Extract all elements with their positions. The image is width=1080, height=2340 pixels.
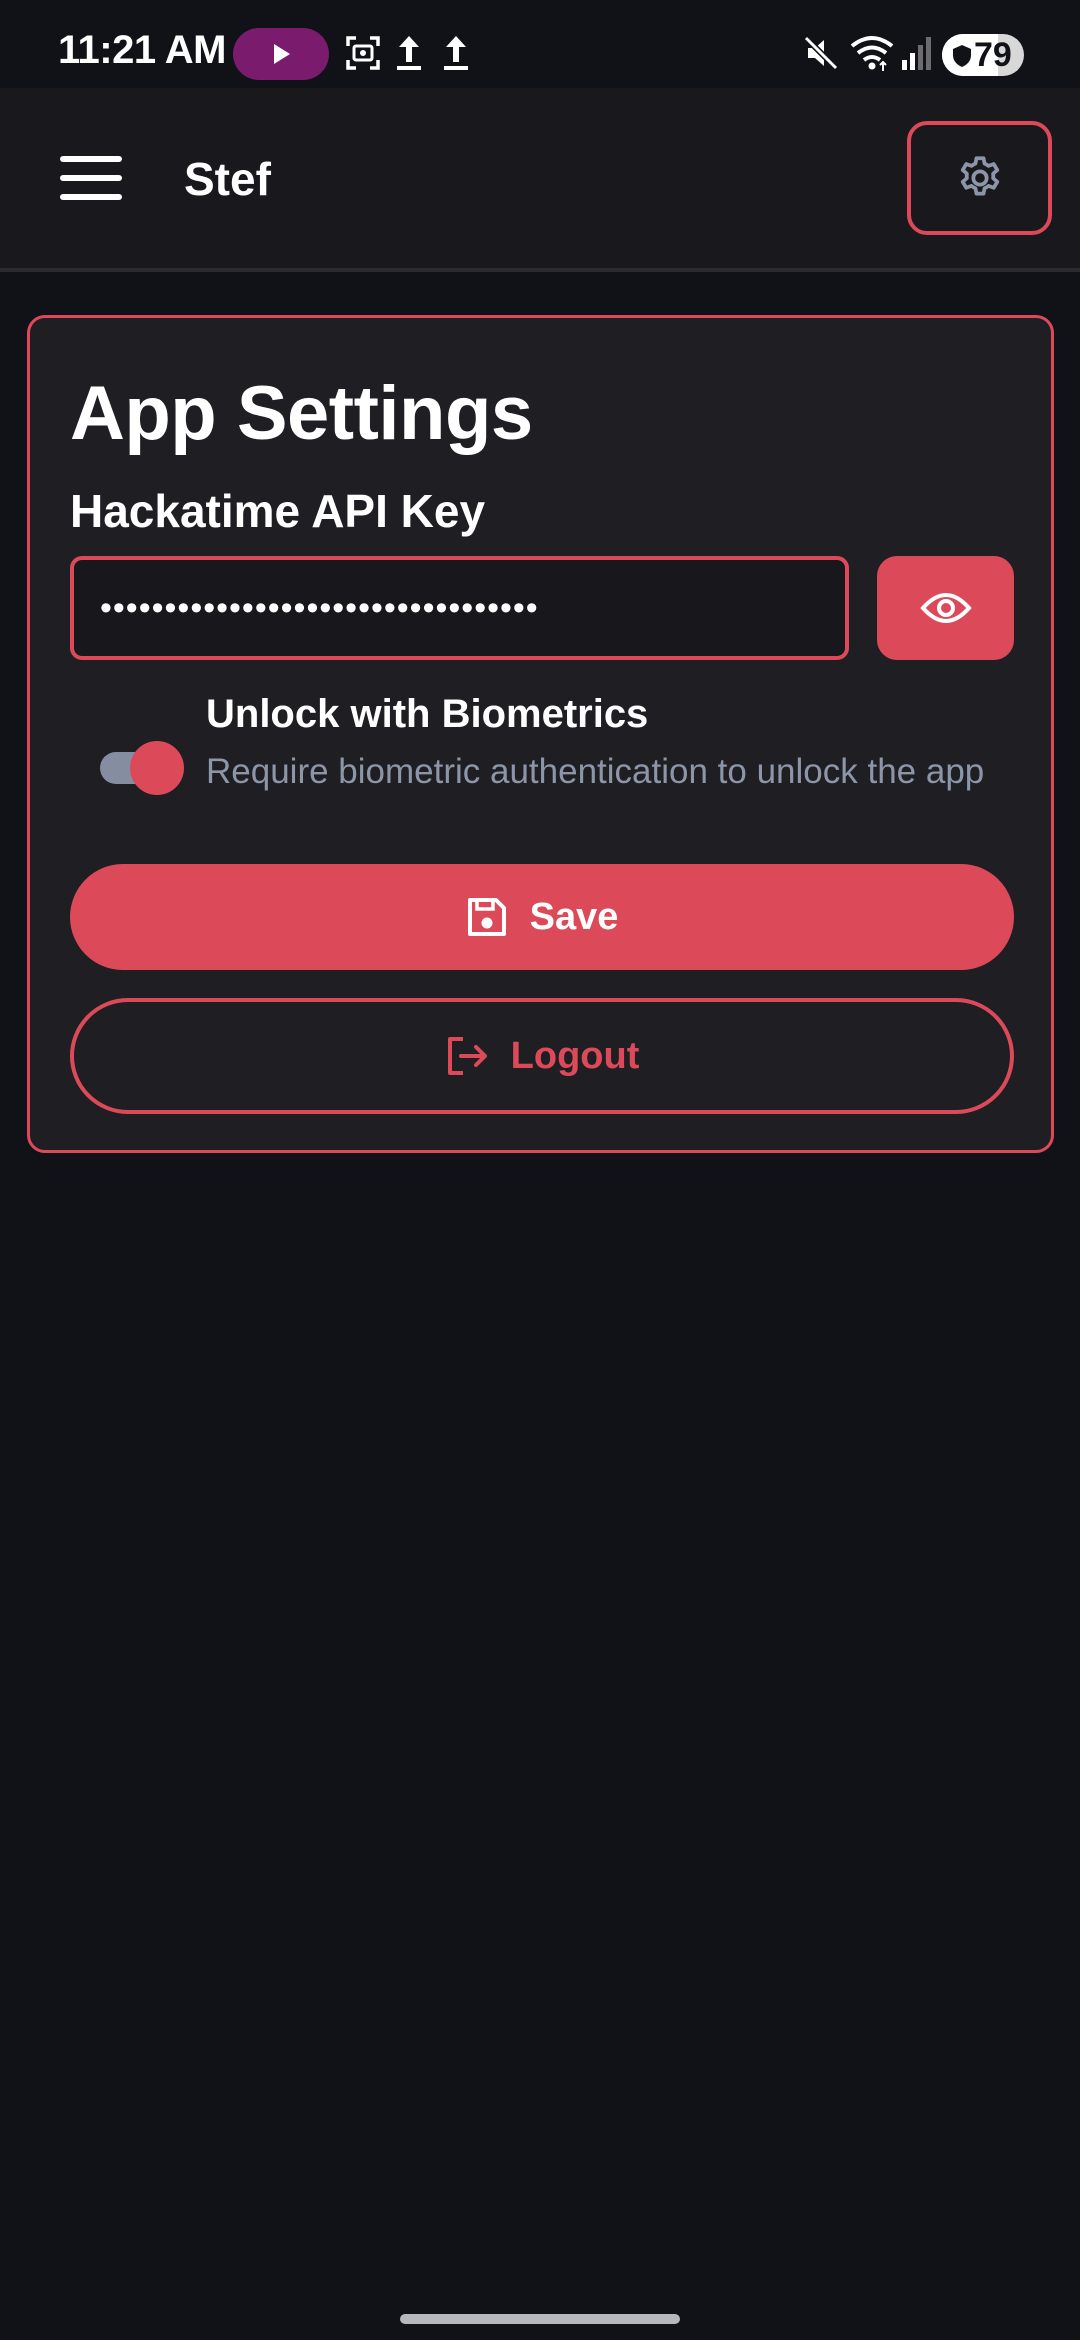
app-bar: Stef [0, 88, 1080, 272]
toggle-visibility-button[interactable] [877, 556, 1014, 660]
screenshot-icon [346, 36, 380, 70]
wifi-icon [850, 36, 894, 71]
upload-icon [397, 36, 421, 70]
api-key-label: Hackatime API Key [70, 485, 486, 537]
shield-icon [953, 45, 971, 67]
settings-button[interactable] [907, 121, 1052, 235]
biometrics-description: Require biometric authentication to unlo… [206, 752, 985, 791]
eye-icon [919, 593, 972, 623]
media-playing-pill[interactable] [233, 28, 329, 80]
save-label: Save [529, 895, 619, 938]
status-time: 11:21 AM [58, 28, 226, 72]
biometrics-toggle[interactable] [100, 738, 186, 798]
status-bar: 11:21 AM 79 [0, 0, 1080, 88]
app-title: Stef [184, 153, 271, 205]
play-icon [274, 44, 290, 64]
settings-card: App Settings Hackatime API Key Unlock wi… [27, 315, 1054, 1153]
logout-button[interactable]: Logout [70, 998, 1014, 1114]
api-key-field[interactable] [70, 556, 849, 660]
gear-icon [960, 156, 999, 196]
logout-label: Logout [510, 1034, 640, 1077]
battery-indicator: 79 [942, 34, 1024, 76]
biometrics-title: Unlock with Biometrics [206, 692, 649, 736]
page-title: App Settings [70, 371, 533, 456]
home-indicator[interactable] [400, 2314, 680, 2324]
mute-icon [803, 35, 839, 71]
signal-icon [902, 37, 931, 70]
battery-level: 79 [974, 36, 1012, 74]
menu-button[interactable] [48, 140, 132, 216]
floppy-disk-icon [467, 898, 506, 936]
hamburger-menu-icon [60, 156, 122, 162]
save-button[interactable]: Save [70, 864, 1014, 970]
logout-icon [447, 1037, 487, 1075]
upload-icon [444, 36, 468, 70]
